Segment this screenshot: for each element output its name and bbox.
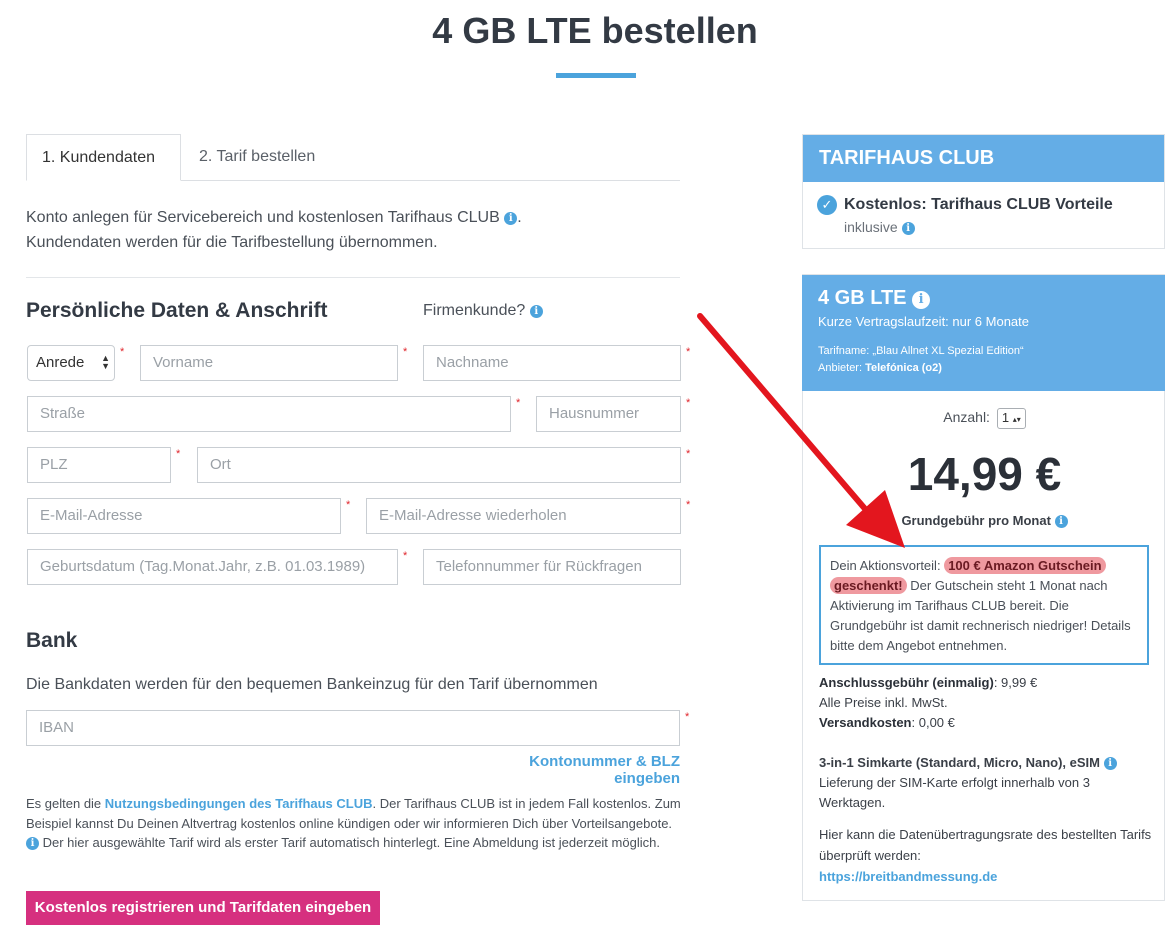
club-header: TARIFHAUS CLUB bbox=[803, 135, 1164, 182]
required-mark: * bbox=[176, 448, 181, 460]
iban-input[interactable]: IBAN bbox=[26, 710, 680, 746]
info-icon[interactable]: i bbox=[26, 837, 39, 850]
bank-description: Die Bankdaten werden für den bequemen Ba… bbox=[26, 676, 598, 693]
info-icon[interactable]: i bbox=[529, 305, 543, 318]
intro-line2: Kundendaten werden für die Tarifbestellu… bbox=[26, 234, 438, 251]
tarifname-label: Tarifname: bbox=[818, 345, 870, 357]
info-icon[interactable]: i bbox=[1054, 515, 1068, 528]
first-name-input[interactable]: Vorname bbox=[140, 345, 398, 381]
vat-note: Alle Preise inkl. MwSt. bbox=[819, 695, 948, 710]
checkmark-icon: ✓ bbox=[817, 195, 837, 215]
breitbandmessung-link[interactable]: https://breitbandmessung.de bbox=[819, 869, 997, 884]
terms-text: Es gelten die Nutzungsbedingungen des Ta… bbox=[26, 794, 686, 853]
salutation-select[interactable]: Anrede ▲ ▼ bbox=[27, 345, 115, 381]
zip-input[interactable]: PLZ bbox=[27, 447, 171, 483]
divider bbox=[26, 277, 680, 278]
tariff-name: 4 GB LTE i bbox=[818, 287, 1149, 310]
quantity-row: Anzahl: 1 ▴▾ bbox=[803, 408, 1166, 429]
terms-prefix: Es gelten die bbox=[26, 796, 102, 811]
info-icon[interactable]: i bbox=[1103, 757, 1117, 770]
info-icon[interactable]: i bbox=[912, 291, 931, 309]
tariff-name-text: 4 GB LTE bbox=[818, 287, 907, 309]
club-benefit-inclusive: inklusive bbox=[844, 219, 898, 235]
personal-section-title: Persönliche Daten & Anschrift bbox=[26, 299, 328, 322]
terms-text2: Der hier ausgewählte Tarif wird als erst… bbox=[42, 835, 660, 850]
firmenkunde-toggle[interactable]: Firmenkunde? i bbox=[423, 302, 543, 320]
promo-box: Dein Aktionsvorteil: 100 € Amazon Gutsch… bbox=[819, 545, 1149, 665]
club-benefit-sub: inklusive i bbox=[844, 219, 915, 235]
select-arrows-icon: ▲ ▼ bbox=[101, 353, 110, 371]
tariff-subtitle: Kurze Vertragslaufzeit: nur 6 Monate bbox=[818, 314, 1030, 329]
connection-fee-label: Anschlussgebühr (einmalig) bbox=[819, 675, 994, 690]
required-mark: * bbox=[403, 346, 408, 358]
required-mark: * bbox=[685, 711, 690, 723]
last-name-input[interactable]: Nachname bbox=[423, 345, 681, 381]
sim-block: 3-in-1 Simkarte (Standard, Micro, Nano),… bbox=[819, 753, 1159, 813]
info-icon[interactable]: i bbox=[901, 222, 915, 235]
monthly-price: 14,99 € bbox=[907, 448, 1062, 500]
sim-text: Lieferung der SIM-Karte erfolgt innerhal… bbox=[819, 775, 1090, 810]
tab-bar: 1. Kundendaten 2. Tarif bestellen bbox=[26, 134, 680, 181]
phone-input[interactable]: Telefonnummer für Rückfragen bbox=[423, 549, 681, 585]
club-benefit-title: Kostenlos: Tarifhaus CLUB Vorteile bbox=[844, 196, 1113, 213]
shipping-value: : 0,00 € bbox=[911, 715, 955, 730]
promo-highlight: 100 € Amazon Gutschein bbox=[944, 557, 1106, 574]
title-underline bbox=[556, 73, 636, 78]
intro-line1: Konto anlegen für Servicebereich und kos… bbox=[26, 209, 500, 226]
required-mark: * bbox=[346, 499, 351, 511]
required-mark: * bbox=[403, 550, 408, 562]
required-mark: * bbox=[686, 499, 691, 511]
promo-highlight: geschenkt! bbox=[830, 577, 907, 594]
price-sub-text: Grundgebühr pro Monat bbox=[901, 513, 1051, 528]
street-input[interactable]: Straße bbox=[27, 396, 511, 432]
promo-prefix: Dein Aktionsvorteil: bbox=[830, 558, 941, 573]
firmenkunde-label: Firmenkunde? bbox=[423, 302, 526, 319]
tab-tarif-bestellen[interactable]: 2. Tarif bestellen bbox=[184, 134, 330, 181]
account-number-link[interactable]: Kontonummer & BLZ eingeben bbox=[460, 753, 680, 787]
required-mark: * bbox=[686, 346, 691, 358]
provider-label: Anbieter: bbox=[818, 362, 863, 374]
quantity-label: Anzahl: bbox=[943, 409, 990, 425]
rate-block: Hier kann die Datenübertragungsrate des … bbox=[819, 824, 1159, 887]
required-mark: * bbox=[516, 397, 521, 409]
tab-kundendaten[interactable]: 1. Kundendaten bbox=[26, 134, 181, 181]
house-number-input[interactable]: Hausnummer bbox=[536, 396, 681, 432]
quantity-value: 1 bbox=[1001, 410, 1010, 425]
terms-link[interactable]: Nutzungsbedingungen des Tarifhaus CLUB bbox=[105, 796, 373, 811]
intro-text: Konto anlegen für Servicebereich und kos… bbox=[26, 209, 522, 251]
tariff-meta: Tarifname: „Blau Allnet XL Spezial Editi… bbox=[818, 343, 1149, 377]
required-mark: * bbox=[686, 397, 691, 409]
tarifname-value: „Blau Allnet XL Spezial Edition“ bbox=[872, 345, 1024, 357]
register-submit-button[interactable]: Kostenlos registrieren und Tarifdaten ei… bbox=[26, 891, 380, 925]
required-mark: * bbox=[120, 346, 125, 358]
select-arrows-icon: ▴▾ bbox=[1012, 415, 1021, 424]
bank-section-title: Bank bbox=[26, 629, 78, 652]
price-subtitle: Grundgebühr pro Monat i bbox=[803, 513, 1166, 528]
email-input[interactable]: E-Mail-Adresse bbox=[27, 498, 341, 534]
info-icon[interactable]: i bbox=[504, 212, 518, 225]
connection-fee-value: : 9,99 € bbox=[993, 675, 1038, 690]
sim-title: 3-in-1 Simkarte (Standard, Micro, Nano),… bbox=[819, 755, 1100, 770]
page-title: 4 GB LTE bestellen bbox=[432, 10, 758, 51]
birthdate-input[interactable]: Geburtsdatum (Tag.Monat.Jahr, z.B. 01.03… bbox=[27, 549, 398, 585]
quantity-select[interactable]: 1 ▴▾ bbox=[996, 408, 1026, 429]
provider-value: Telefónica (o2) bbox=[865, 362, 942, 374]
city-input[interactable]: Ort bbox=[197, 447, 681, 483]
club-box: TARIFHAUS CLUB ✓ Kostenlos: Tarifhaus CL… bbox=[802, 134, 1165, 249]
shipping-label: Versandkosten bbox=[819, 715, 912, 730]
required-mark: * bbox=[686, 448, 691, 460]
salutation-value: Anrede bbox=[36, 354, 85, 371]
tariff-header: 4 GB LTE i Kurze Vertragslaufzeit: nur 6… bbox=[802, 275, 1165, 391]
tariff-box: 4 GB LTE i Kurze Vertragslaufzeit: nur 6… bbox=[802, 274, 1165, 901]
email-repeat-input[interactable]: E-Mail-Adresse wiederholen bbox=[366, 498, 681, 534]
costs-block: Anschlussgebühr (einmalig): 9,99 € Alle … bbox=[819, 673, 1159, 733]
rate-text: Hier kann die Datenübertragungsrate des … bbox=[819, 827, 1152, 863]
